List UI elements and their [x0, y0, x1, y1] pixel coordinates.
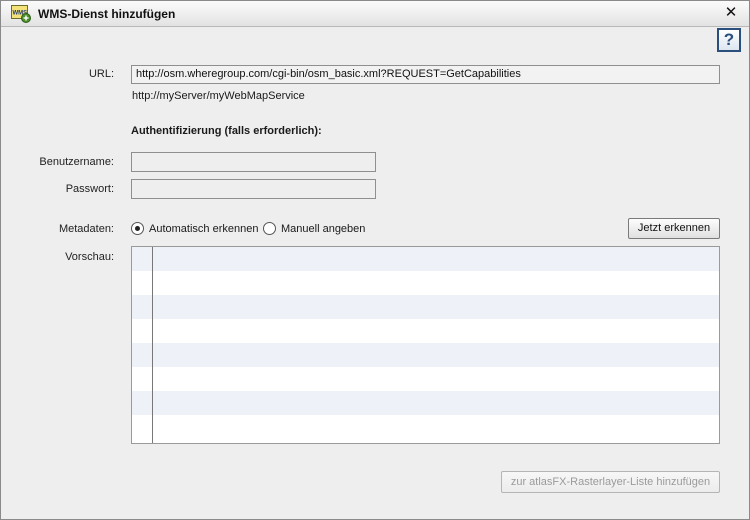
preview-row — [132, 415, 719, 439]
radio-manual-label[interactable]: Manuell angeben — [281, 223, 365, 235]
close-icon[interactable]: ✕ — [723, 5, 739, 21]
help-button[interactable]: ? — [717, 28, 741, 52]
wms-app-icon: WMS — [11, 5, 31, 23]
preview-row — [132, 367, 719, 391]
radio-auto-detect[interactable] — [131, 222, 144, 235]
preview-label: Vorschau: — [65, 251, 114, 263]
dialog-title: WMS-Dienst hinzufügen — [38, 7, 176, 21]
preview-row — [132, 319, 719, 343]
radio-manual[interactable] — [263, 222, 276, 235]
detect-now-button[interactable]: Jetzt erkennen — [628, 218, 720, 239]
preview-row — [132, 271, 719, 295]
preview-row — [132, 247, 719, 271]
password-label: Passwort: — [65, 183, 114, 195]
password-field[interactable] — [131, 179, 376, 199]
preview-row — [132, 343, 719, 367]
add-to-list-button[interactable]: zur atlasFX-Rasterlayer-Liste hinzufügen — [501, 471, 720, 493]
preview-column-divider — [152, 247, 153, 443]
preview-row — [132, 391, 719, 415]
username-field[interactable] — [131, 152, 376, 172]
metadata-label: Metadaten: — [58, 223, 114, 235]
dialog-window: WMS WMS-Dienst hinzufügen ✕ ? URL: http:… — [0, 0, 750, 520]
username-label: Benutzername: — [39, 156, 114, 168]
radio-auto-detect-label[interactable]: Automatisch erkennen — [149, 223, 258, 235]
title-bar[interactable]: WMS WMS-Dienst hinzufügen ✕ — [1, 1, 749, 27]
preview-table[interactable] — [131, 246, 720, 444]
url-label: URL: — [88, 68, 114, 80]
preview-row — [132, 295, 719, 319]
url-hint: http://myServer/myWebMapService — [132, 90, 305, 102]
url-input[interactable]: http://osm.wheregroup.com/cgi-bin/osm_ba… — [131, 65, 720, 84]
auth-section-title: Authentifizierung (falls erforderlich): — [131, 125, 322, 137]
